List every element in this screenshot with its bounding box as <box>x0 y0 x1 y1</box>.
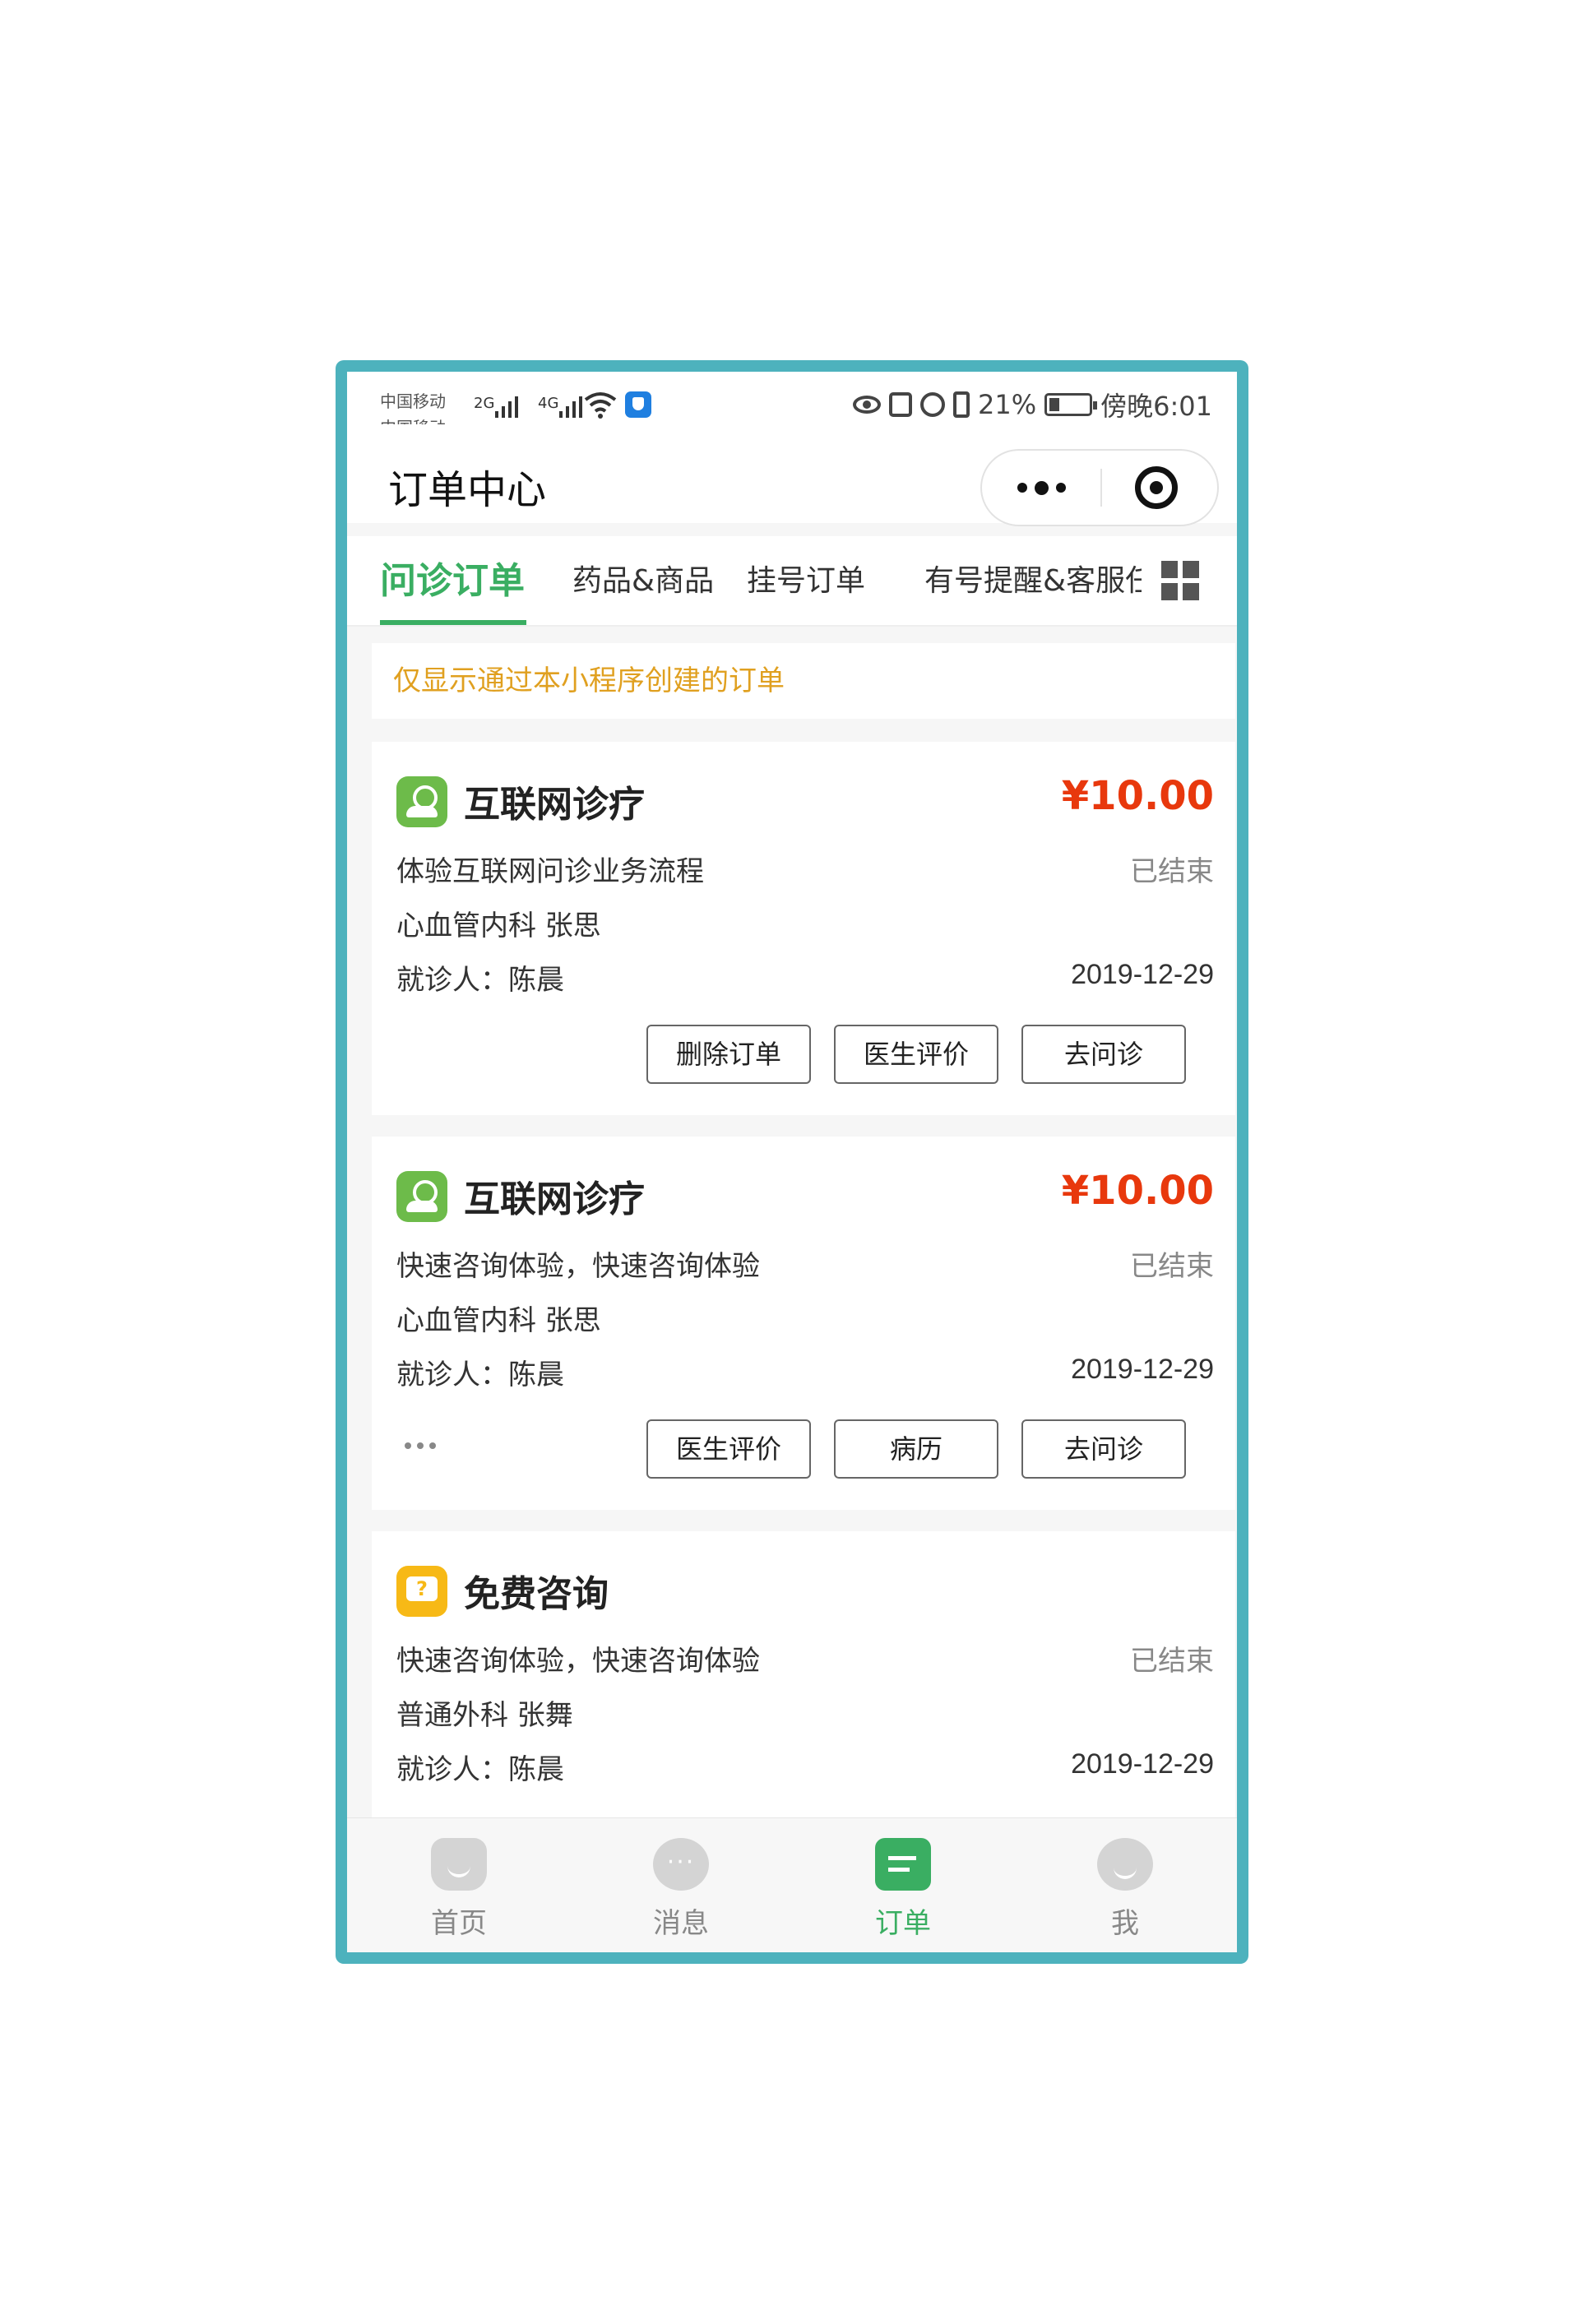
ellipsis-icon[interactable] <box>405 1442 436 1449</box>
rate-doctor-button[interactable]: 医生评价 <box>834 1025 998 1084</box>
eye-icon <box>853 396 881 414</box>
tab-reminder-service[interactable]: 有号提醒&客服任务 <box>924 536 1142 627</box>
service-name: 互联网诊疗 <box>464 1178 645 1220</box>
clock: 傍晚6:01 <box>1100 391 1212 422</box>
order-doctor: 心血管内科 张思 <box>396 1304 601 1337</box>
order-date: 2019-12-29 <box>1071 1354 1214 1385</box>
medical-record-button[interactable]: 病历 <box>834 1419 998 1479</box>
order-patient: 就诊人：陈晨 <box>396 1359 564 1391</box>
order-patient: 就诊人：陈晨 <box>396 1753 564 1786</box>
order-description: 快速咨询体验，快速咨询体验 <box>396 1250 760 1283</box>
tabbar-item-me[interactable]: 我 <box>1043 1818 1207 1952</box>
go-consult-button[interactable]: 去问诊 <box>1021 1025 1186 1084</box>
order-icon <box>875 1838 931 1891</box>
tab-registration-orders[interactable]: 挂号订单 <box>747 536 865 627</box>
status-right: 21% 傍晚6:01 <box>853 387 1212 423</box>
message-icon <box>653 1838 709 1891</box>
shield-icon <box>625 391 651 418</box>
network-type-1: 2G <box>474 395 495 412</box>
bottom-tab-bar: 首页 消息 订单 我 <box>347 1817 1237 1952</box>
delete-order-button[interactable]: 删除订单 <box>646 1025 811 1084</box>
alarm-icon <box>920 392 945 417</box>
battery-percent: 21% <box>978 389 1037 420</box>
order-date: 2019-12-29 <box>1071 959 1214 990</box>
tab-medicine-goods[interactable]: 药品&商品 <box>572 536 714 627</box>
signal-icon <box>495 391 518 418</box>
more-icon[interactable] <box>982 451 1100 525</box>
target-icon[interactable] <box>1135 466 1178 509</box>
profile-icon <box>1097 1838 1153 1891</box>
order-price: ¥10.00 <box>1061 1168 1214 1214</box>
capsule-divider <box>1100 469 1102 507</box>
order-status: 已结束 <box>1130 1250 1214 1283</box>
mini-program-capsule <box>980 449 1219 526</box>
order-date: 2019-12-29 <box>1071 1748 1214 1780</box>
page-title: 订单中心 <box>388 467 547 513</box>
signal-icon <box>559 391 582 418</box>
tabbar-item-orders[interactable]: 订单 <box>821 1818 985 1952</box>
notice-banner: 仅显示通过本小程序创建的订单 <box>372 643 1235 719</box>
carrier-1: 中国移动 <box>380 391 446 411</box>
service-name: 免费咨询 <box>464 1573 609 1615</box>
home-icon <box>431 1838 487 1891</box>
service-name: 互联网诊疗 <box>464 784 645 826</box>
phone-screen: 中国移动 中国移动 2G 4G 21% 傍晚6:01 订单中心 <box>336 360 1248 1964</box>
order-description: 体验互联网问诊业务流程 <box>396 855 704 888</box>
status-bar: 中国移动 中国移动 2G 4G 21% 傍晚6:01 <box>347 372 1237 437</box>
tabbar-item-messages[interactable]: 消息 <box>599 1818 763 1952</box>
order-description: 快速咨询体验，快速咨询体验 <box>396 1645 760 1678</box>
order-status: 已结束 <box>1130 1645 1214 1678</box>
wifi-icon <box>584 392 617 419</box>
active-tab-indicator <box>380 620 526 625</box>
network-type-2: 4G <box>538 395 559 412</box>
tabbar-item-home[interactable]: 首页 <box>377 1818 541 1952</box>
vibrate-icon <box>953 391 970 418</box>
order-card[interactable]: 互联网诊疗 ¥10.00 快速咨询体验，快速咨询体验 已结束 心血管内科 张思 … <box>372 1137 1235 1510</box>
tabbar-label: 消息 <box>653 1907 709 1940</box>
order-doctor: 普通外科 张舞 <box>396 1699 573 1732</box>
grid-icon[interactable] <box>1161 561 1201 600</box>
tabbar-label: 我 <box>1111 1907 1139 1940</box>
question-chat-icon <box>396 1566 447 1617</box>
tabbar-label: 首页 <box>431 1907 487 1940</box>
battery-icon <box>1044 393 1098 416</box>
order-doctor: 心血管内科 张思 <box>396 910 601 942</box>
go-consult-button[interactable]: 去问诊 <box>1021 1419 1186 1479</box>
order-tabs: 问诊订单 药品&商品 挂号订单 有号提醒&客服任务 <box>347 536 1237 627</box>
tab-consultation-orders[interactable]: 问诊订单 <box>380 536 525 627</box>
doctor-icon <box>396 776 447 827</box>
order-patient: 就诊人：陈晨 <box>396 964 564 997</box>
tabbar-label: 订单 <box>875 1907 931 1940</box>
nfc-icon <box>889 392 912 417</box>
doctor-icon <box>396 1171 447 1222</box>
rate-doctor-button[interactable]: 医生评价 <box>646 1419 811 1479</box>
navigation-bar: 订单中心 <box>347 424 1237 526</box>
order-price: ¥10.00 <box>1061 773 1214 819</box>
order-card[interactable]: 互联网诊疗 ¥10.00 体验互联网问诊业务流程 已结束 心血管内科 张思 就诊… <box>372 742 1235 1115</box>
order-status: 已结束 <box>1130 855 1214 888</box>
